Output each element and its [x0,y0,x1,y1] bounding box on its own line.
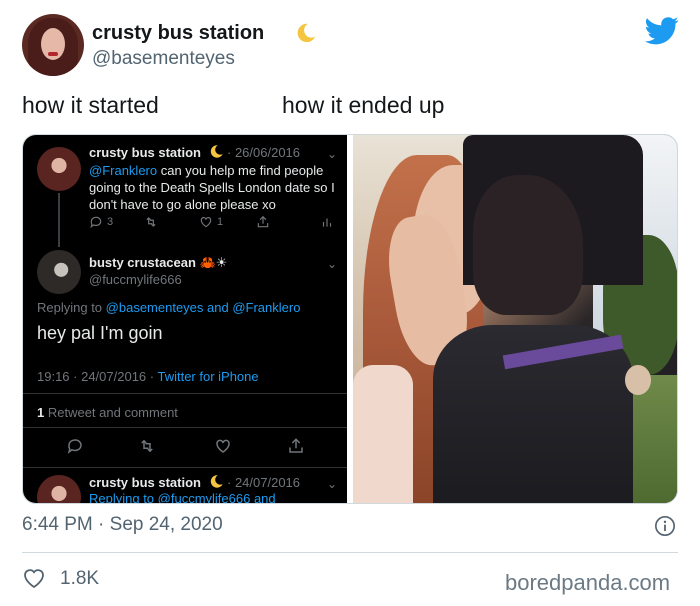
share-icon [289,438,303,453]
heart-icon [200,217,212,228]
tweet3-replying: Replying to @fuccmylife666 and [89,491,276,504]
share-icon [256,215,270,229]
tweet1-author: crusty bus station [89,145,201,160]
divider [23,427,347,428]
divider [22,552,678,553]
crescent-moon-icon [210,475,223,488]
tweet3-author: crusty bus station [89,475,201,490]
photo-image[interactable] [353,135,677,503]
heart-icon [216,439,230,453]
tweet3-date: · 24/07/2016 [227,475,301,490]
analytics-icon [320,215,334,229]
caption-how-it-ended-up: how it ended up [282,92,445,118]
retweet-icon [141,439,153,453]
tweet-timestamp[interactable]: 6:44 PM · Sep 24, 2020 [22,514,223,536]
tweet1-date: · 26/06/2016 [227,145,301,160]
like-count[interactable]: 1.8K [60,568,99,590]
avatar [37,250,81,294]
divider [23,467,347,468]
info-icon[interactable] [654,515,676,537]
replying-to: Replying to @basementeyes and @Franklero [37,300,301,315]
crescent-moon-icon [297,23,316,43]
display-name[interactable]: crusty bus station [92,22,264,45]
reply-icon [90,216,102,229]
reply-count: 3 [89,215,113,229]
retweet-icon [144,215,158,229]
heart-icon[interactable] [22,566,46,590]
tweet2-handle: @fuccmylife666 [89,272,182,287]
watermark: boredpanda.com [505,570,671,595]
tweet2-time: 19:16 · 24/07/2016 · Twitter for iPhone [37,369,259,384]
photo-shoulder [353,365,413,503]
profile-avatar[interactable] [22,14,84,76]
caption-how-it-started: how it started [22,92,159,118]
photo-bystander [625,365,651,395]
divider [23,393,347,394]
retweet-stats: 1 Retweet and comment [37,405,178,420]
tweet-screenshot-image[interactable]: crusty bus station · 26/06/2016 ⌄ @Frank… [23,135,347,504]
like-count: 1 [199,215,223,229]
tweet2-text: hey pal I'm goin [37,323,163,343]
chevron-down-icon: ⌄ [327,257,338,271]
photo-dark-hair [473,175,583,315]
tweet-media[interactable]: crusty bus station · 26/06/2016 ⌄ @Frank… [22,134,678,504]
chevron-down-icon: ⌄ [327,477,338,491]
tweet2-author: busty crustacean 🦀☀ [89,255,228,270]
twitter-bird-icon[interactable] [645,16,679,46]
reply-icon [67,439,82,454]
chevron-down-icon: ⌄ [327,147,338,161]
tweet1-text: @Franklero can you help me find people g… [89,163,335,212]
tweet2-actions [23,437,347,459]
crescent-moon-icon [210,145,223,158]
thread-line [58,193,60,247]
avatar [37,475,81,503]
user-handle[interactable]: @basementeyes [92,48,235,70]
avatar [37,147,81,191]
